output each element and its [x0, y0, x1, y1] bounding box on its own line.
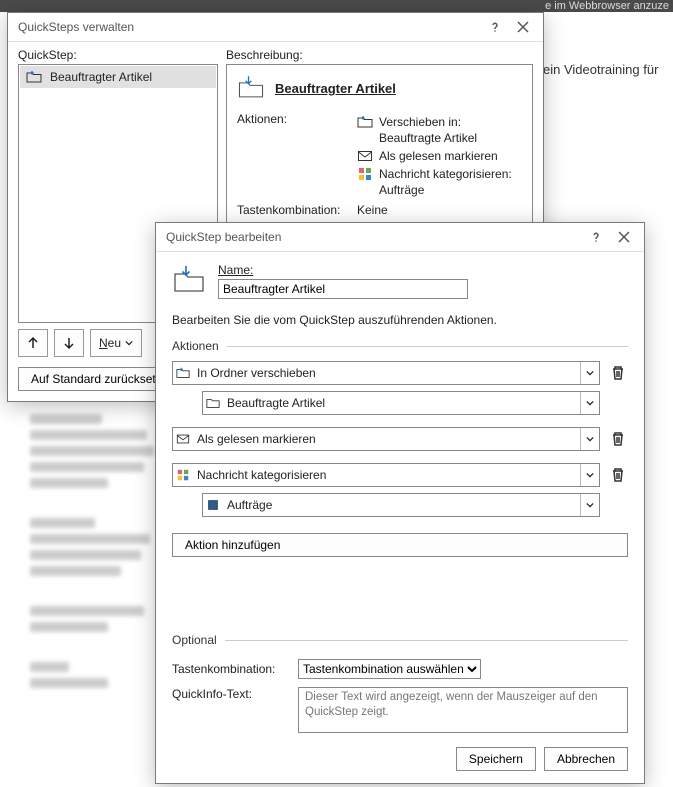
- quickstep-list-item[interactable]: Beauftragter Artikel: [20, 66, 216, 88]
- optional-section-header: Optional: [172, 633, 628, 647]
- shortcut-label: Tastenkombination:: [172, 662, 292, 676]
- envelope-icon: [357, 148, 373, 164]
- new-label: eu: [108, 336, 121, 350]
- action-folder-select[interactable]: Beauftragte Artikel: [202, 391, 600, 415]
- description-title: Beauftragter Artikel: [275, 81, 396, 96]
- quickstep-big-icon: [237, 73, 265, 104]
- delete-action-button[interactable]: [608, 362, 628, 384]
- manage-titlebar: QuickSteps verwalten: [8, 13, 543, 42]
- desc-shortcut-label: Tastenkombination:: [237, 203, 357, 217]
- help-button[interactable]: [582, 226, 610, 248]
- help-button[interactable]: [481, 16, 509, 38]
- edit-quickstep-dialog: QuickStep bearbeiten Name: Bearbeiten Si…: [155, 222, 645, 784]
- move-to-folder-icon: [357, 114, 373, 130]
- envelope-icon: [173, 432, 193, 446]
- close-button[interactable]: [509, 16, 537, 38]
- edit-title: QuickStep bearbeiten: [166, 230, 582, 244]
- trash-icon: [610, 365, 626, 381]
- edit-help-text: Bearbeiten Sie die vom QuickStep auszufü…: [172, 313, 628, 327]
- background-blurred-list: [30, 390, 160, 694]
- quickstep-list-label: QuickStep:: [18, 48, 218, 62]
- help-icon: [590, 231, 602, 243]
- arrow-down-icon: [62, 336, 76, 350]
- cancel-button[interactable]: Abbrechen: [544, 747, 628, 771]
- move-down-button[interactable]: [54, 329, 84, 357]
- manage-title: QuickSteps verwalten: [18, 20, 481, 34]
- edit-titlebar: QuickStep bearbeiten: [156, 223, 644, 252]
- desc-action-read: Als gelesen markieren: [357, 148, 522, 164]
- quickinfo-textarea[interactable]: Dieser Text wird angezeigt, wenn der Mau…: [298, 687, 628, 733]
- desc-action-move: Verschieben in: Beauftragte Artikel: [357, 114, 522, 146]
- delete-action-button[interactable]: [608, 464, 628, 486]
- arrow-up-icon: [26, 336, 40, 350]
- chevron-down-icon[interactable]: [580, 428, 599, 450]
- desc-shortcut-value: Keine: [357, 203, 522, 217]
- help-icon: [489, 21, 501, 33]
- move-to-folder-icon: [173, 366, 193, 380]
- description-label: Beschreibung:: [226, 48, 533, 62]
- quickstep-item-label: Beauftragter Artikel: [50, 70, 152, 84]
- trash-icon: [610, 467, 626, 483]
- background-app-bar: e im Webbrowser anzuze: [0, 0, 673, 12]
- category-blue-icon: [203, 498, 223, 512]
- actions-section-header: Aktionen: [172, 339, 628, 353]
- categories-icon: [173, 468, 193, 482]
- action-category-select[interactable]: Aufträge: [202, 493, 600, 517]
- chevron-down-icon: [125, 339, 133, 347]
- move-up-button[interactable]: [18, 329, 48, 357]
- quickstep-icon-button[interactable]: [172, 262, 206, 299]
- action-type-select-categorize[interactable]: Nachricht kategorisieren: [172, 463, 600, 487]
- categories-icon: [357, 166, 373, 182]
- shortcut-select[interactable]: Tastenkombination auswählen: [298, 659, 481, 679]
- close-button[interactable]: [610, 226, 638, 248]
- chevron-down-icon[interactable]: [580, 392, 599, 414]
- folder-icon: [203, 396, 223, 410]
- desc-actions-label: Aktionen:: [237, 112, 357, 126]
- trash-icon: [610, 431, 626, 447]
- close-icon: [618, 231, 630, 243]
- close-icon: [517, 21, 529, 33]
- move-to-folder-icon: [26, 69, 42, 85]
- action-type-select-read[interactable]: Als gelesen markieren: [172, 427, 600, 451]
- save-button[interactable]: Speichern: [456, 747, 536, 771]
- chevron-down-icon[interactable]: [580, 494, 599, 516]
- chevron-down-icon[interactable]: [580, 464, 599, 486]
- action-type-select-move[interactable]: In Ordner verschieben: [172, 361, 600, 385]
- add-action-button[interactable]: Aktion hinzufügen: [172, 533, 628, 557]
- name-label: Name:: [218, 263, 628, 277]
- desc-action-categorize: Nachricht kategorisieren: Aufträge: [357, 166, 522, 198]
- chevron-down-icon[interactable]: [580, 362, 599, 384]
- name-input[interactable]: [218, 279, 468, 299]
- quickinfo-label: QuickInfo-Text:: [172, 687, 292, 701]
- delete-action-button[interactable]: [608, 428, 628, 450]
- new-quickstep-button[interactable]: Neu: [90, 329, 142, 357]
